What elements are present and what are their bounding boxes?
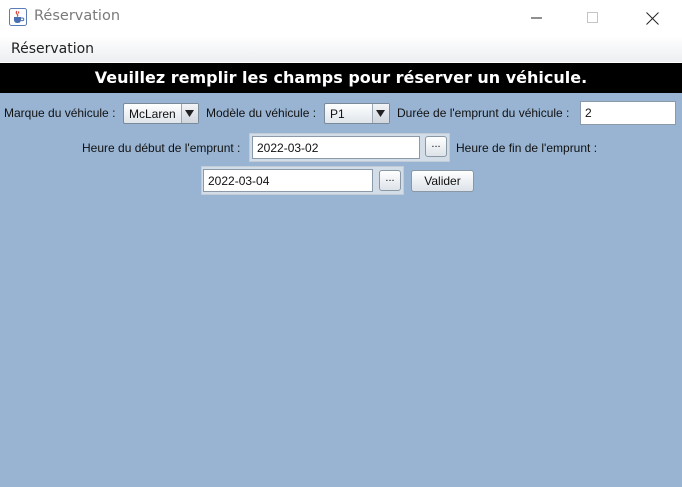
model-label: Modèle du véhicule : <box>206 106 317 120</box>
minimize-icon <box>531 17 542 19</box>
start-date-picker-button[interactable]: ... <box>425 136 447 157</box>
duration-label: Durée de l'emprunt du véhicule : <box>397 106 570 120</box>
menu-reservation[interactable]: Réservation <box>11 41 94 57</box>
start-date-input[interactable] <box>252 136 420 159</box>
model-select-arrow[interactable] <box>372 104 389 123</box>
window-title: Réservation <box>34 8 121 24</box>
brand-label: Marque du véhicule : <box>4 106 116 120</box>
brand-select-arrow[interactable] <box>181 104 198 123</box>
minimize-button[interactable] <box>514 0 560 36</box>
end-date-input[interactable] <box>203 169 373 192</box>
duration-input[interactable] <box>580 101 676 125</box>
close-icon <box>646 12 659 25</box>
chevron-down-icon <box>376 110 385 117</box>
instruction-banner: Veuillez remplir les champs pour réserve… <box>0 63 682 93</box>
brand-select[interactable]: McLaren <box>123 103 199 124</box>
reservation-window: Réservation Réservation Veuillez remplir… <box>0 0 682 487</box>
model-select-value: P1 <box>330 107 345 121</box>
submit-button[interactable]: Valider <box>411 170 474 192</box>
close-button[interactable] <box>629 0 675 36</box>
brand-select-value: McLaren <box>129 107 176 121</box>
end-date-picker-button[interactable]: ... <box>379 170 401 191</box>
end-label: Heure de fin de l'emprunt : <box>456 141 598 155</box>
title-bar[interactable]: Réservation <box>0 0 682 36</box>
maximize-button <box>570 0 616 36</box>
model-select[interactable]: P1 <box>324 103 390 124</box>
chevron-down-icon <box>185 110 194 117</box>
menu-bar <box>0 36 682 62</box>
start-label: Heure du début de l'emprunt : <box>82 141 241 155</box>
maximize-icon <box>587 12 598 23</box>
java-cup-icon <box>9 8 27 26</box>
